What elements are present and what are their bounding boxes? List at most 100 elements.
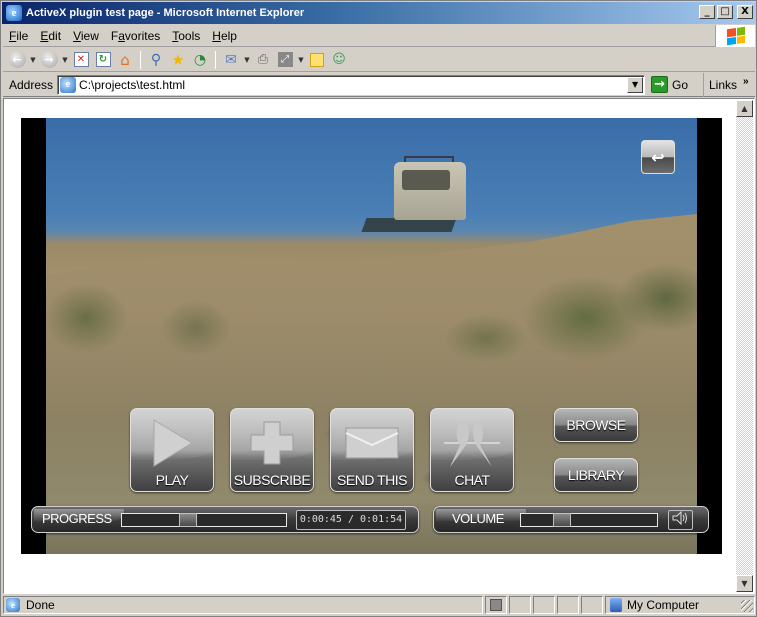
close-button[interactable]: X	[737, 5, 753, 19]
status-main-pane: e Done	[3, 596, 483, 614]
envelope-icon	[331, 415, 413, 471]
page-viewport: ↩ PLAY SUBSCRIBE SEND THIS CHAT BROWSE L…	[5, 100, 736, 592]
fullscreen-dropdown[interactable]: ▼	[297, 56, 305, 64]
status-popup-pane	[485, 596, 507, 614]
status-pane-empty	[533, 596, 555, 614]
home-button[interactable]: ⌂	[115, 50, 135, 70]
title-bar[interactable]: e ActiveX plugin test page - Microsoft I…	[2, 2, 756, 24]
home-icon: ⌂	[120, 50, 130, 69]
go-button[interactable]: → Go	[651, 75, 688, 95]
refresh-icon: ↻	[95, 52, 111, 67]
favorites-icon: ★	[171, 50, 185, 69]
ie-logo-icon: e	[6, 5, 22, 21]
plus-icon	[231, 415, 313, 471]
birds-icon	[431, 415, 513, 471]
subscribe-button[interactable]: SUBSCRIBE	[230, 408, 314, 492]
stop-icon: ✕	[73, 52, 89, 67]
mail-icon: ✉	[225, 51, 237, 68]
address-dropdown-button[interactable]: ▼	[627, 76, 644, 93]
volume-label: VOLUME	[452, 511, 504, 526]
menu-file[interactable]: File	[3, 29, 34, 43]
mail-dropdown[interactable]: ▼	[243, 56, 251, 64]
browse-button[interactable]: BROWSE	[554, 408, 638, 442]
print-button[interactable]: ⎙	[253, 50, 273, 70]
print-icon: ⎙	[257, 52, 269, 67]
subscribe-label: SUBSCRIBE	[233, 472, 311, 488]
go-label: Go	[672, 77, 689, 92]
time-display: 0:00:45 / 0:01:54	[296, 510, 406, 530]
address-field[interactable]: e ▼	[57, 74, 646, 95]
send-this-label: SEND THIS	[337, 472, 407, 488]
address-input[interactable]	[79, 77, 620, 92]
security-zone-text: My Computer	[627, 598, 700, 612]
resize-grip[interactable]	[741, 600, 753, 612]
menu-edit[interactable]: Edit	[34, 29, 67, 43]
scroll-up-button[interactable]: ▲	[736, 100, 753, 117]
play-button[interactable]: PLAY	[130, 408, 214, 492]
forward-button[interactable]: →	[39, 50, 59, 70]
page-icon: e	[60, 76, 77, 93]
forward-icon: →	[40, 51, 58, 68]
window-title: ActiveX plugin test page - Microsoft Int…	[26, 7, 305, 19]
go-arrow-icon: →	[651, 76, 669, 93]
progress-bar-panel: PROGRESS 0:00:45 / 0:01:54	[31, 506, 419, 533]
menu-bar: File Edit View Favorites Tools Help	[3, 25, 755, 47]
status-pane-empty	[509, 596, 531, 614]
volume-thumb[interactable]	[553, 513, 571, 527]
progress-thumb[interactable]	[179, 513, 197, 527]
toolbar-separator	[140, 50, 141, 69]
menu-favorites[interactable]: Favorites	[105, 29, 166, 43]
forward-dropdown[interactable]: ▼	[61, 56, 69, 64]
library-button[interactable]: LIBRARY	[554, 458, 638, 492]
activex-video-player: ↩ PLAY SUBSCRIBE SEND THIS CHAT BROWSE L…	[21, 118, 722, 554]
status-text: Done	[26, 598, 55, 612]
play-label: PLAY	[155, 472, 189, 488]
status-pane-empty	[557, 596, 579, 614]
search-icon: ⚲	[150, 51, 162, 68]
address-label: Address	[9, 77, 54, 92]
video-bushes	[46, 258, 697, 378]
progress-label: PROGRESS	[42, 511, 112, 526]
menu-view[interactable]: View	[67, 29, 105, 43]
history-button[interactable]: ◔	[190, 50, 210, 70]
chat-label: CHAT	[454, 472, 490, 488]
back-button[interactable]: ←	[7, 50, 27, 70]
toolbar-separator	[215, 50, 216, 69]
video-truck	[361, 148, 466, 232]
maximize-button[interactable]: □	[717, 5, 733, 19]
volume-track[interactable]	[520, 513, 658, 527]
links-toolbar[interactable]: Links »	[703, 73, 755, 97]
messenger-icon: ☺	[332, 52, 346, 67]
back-arrow-button[interactable]: ↩	[641, 140, 675, 174]
vertical-scrollbar[interactable]: ▲ ▼	[736, 100, 753, 592]
scroll-down-button[interactable]: ▼	[736, 575, 753, 592]
mute-button[interactable]	[668, 510, 693, 530]
mail-button[interactable]: ✉	[221, 50, 241, 70]
address-bar: Address e ▼ → Go Links »	[3, 73, 755, 97]
send-this-button[interactable]: SEND THIS	[330, 408, 414, 492]
back-dropdown[interactable]: ▼	[29, 56, 37, 64]
my-computer-icon	[610, 598, 622, 612]
play-icon	[131, 415, 213, 471]
chat-button[interactable]: CHAT	[430, 408, 514, 492]
refresh-button[interactable]: ↻	[93, 50, 113, 70]
progress-track[interactable]	[121, 513, 287, 527]
fullscreen-button[interactable]: ⤢	[275, 50, 295, 70]
messenger-button[interactable]: ☺	[329, 50, 349, 70]
notes-button[interactable]	[307, 50, 327, 70]
back-arrow-icon: ↩	[651, 147, 665, 167]
page-content: ↩ PLAY SUBSCRIBE SEND THIS CHAT BROWSE L…	[3, 98, 755, 594]
fullscreen-icon: ⤢	[277, 52, 293, 67]
menu-help[interactable]: Help	[206, 29, 243, 43]
status-pane-empty	[581, 596, 603, 614]
favorites-button[interactable]: ★	[168, 50, 188, 70]
volume-bar-panel: VOLUME	[433, 506, 709, 533]
search-button[interactable]: ⚲	[146, 50, 166, 70]
menu-tools[interactable]: Tools	[166, 29, 206, 43]
history-icon: ◔	[193, 51, 207, 68]
links-chevron-icon[interactable]: »	[743, 76, 749, 87]
minimize-button[interactable]: _	[699, 5, 715, 19]
video-frame[interactable]: ↩ PLAY SUBSCRIBE SEND THIS CHAT BROWSE L…	[46, 118, 697, 554]
back-icon: ←	[8, 51, 26, 68]
stop-button[interactable]: ✕	[71, 50, 91, 70]
